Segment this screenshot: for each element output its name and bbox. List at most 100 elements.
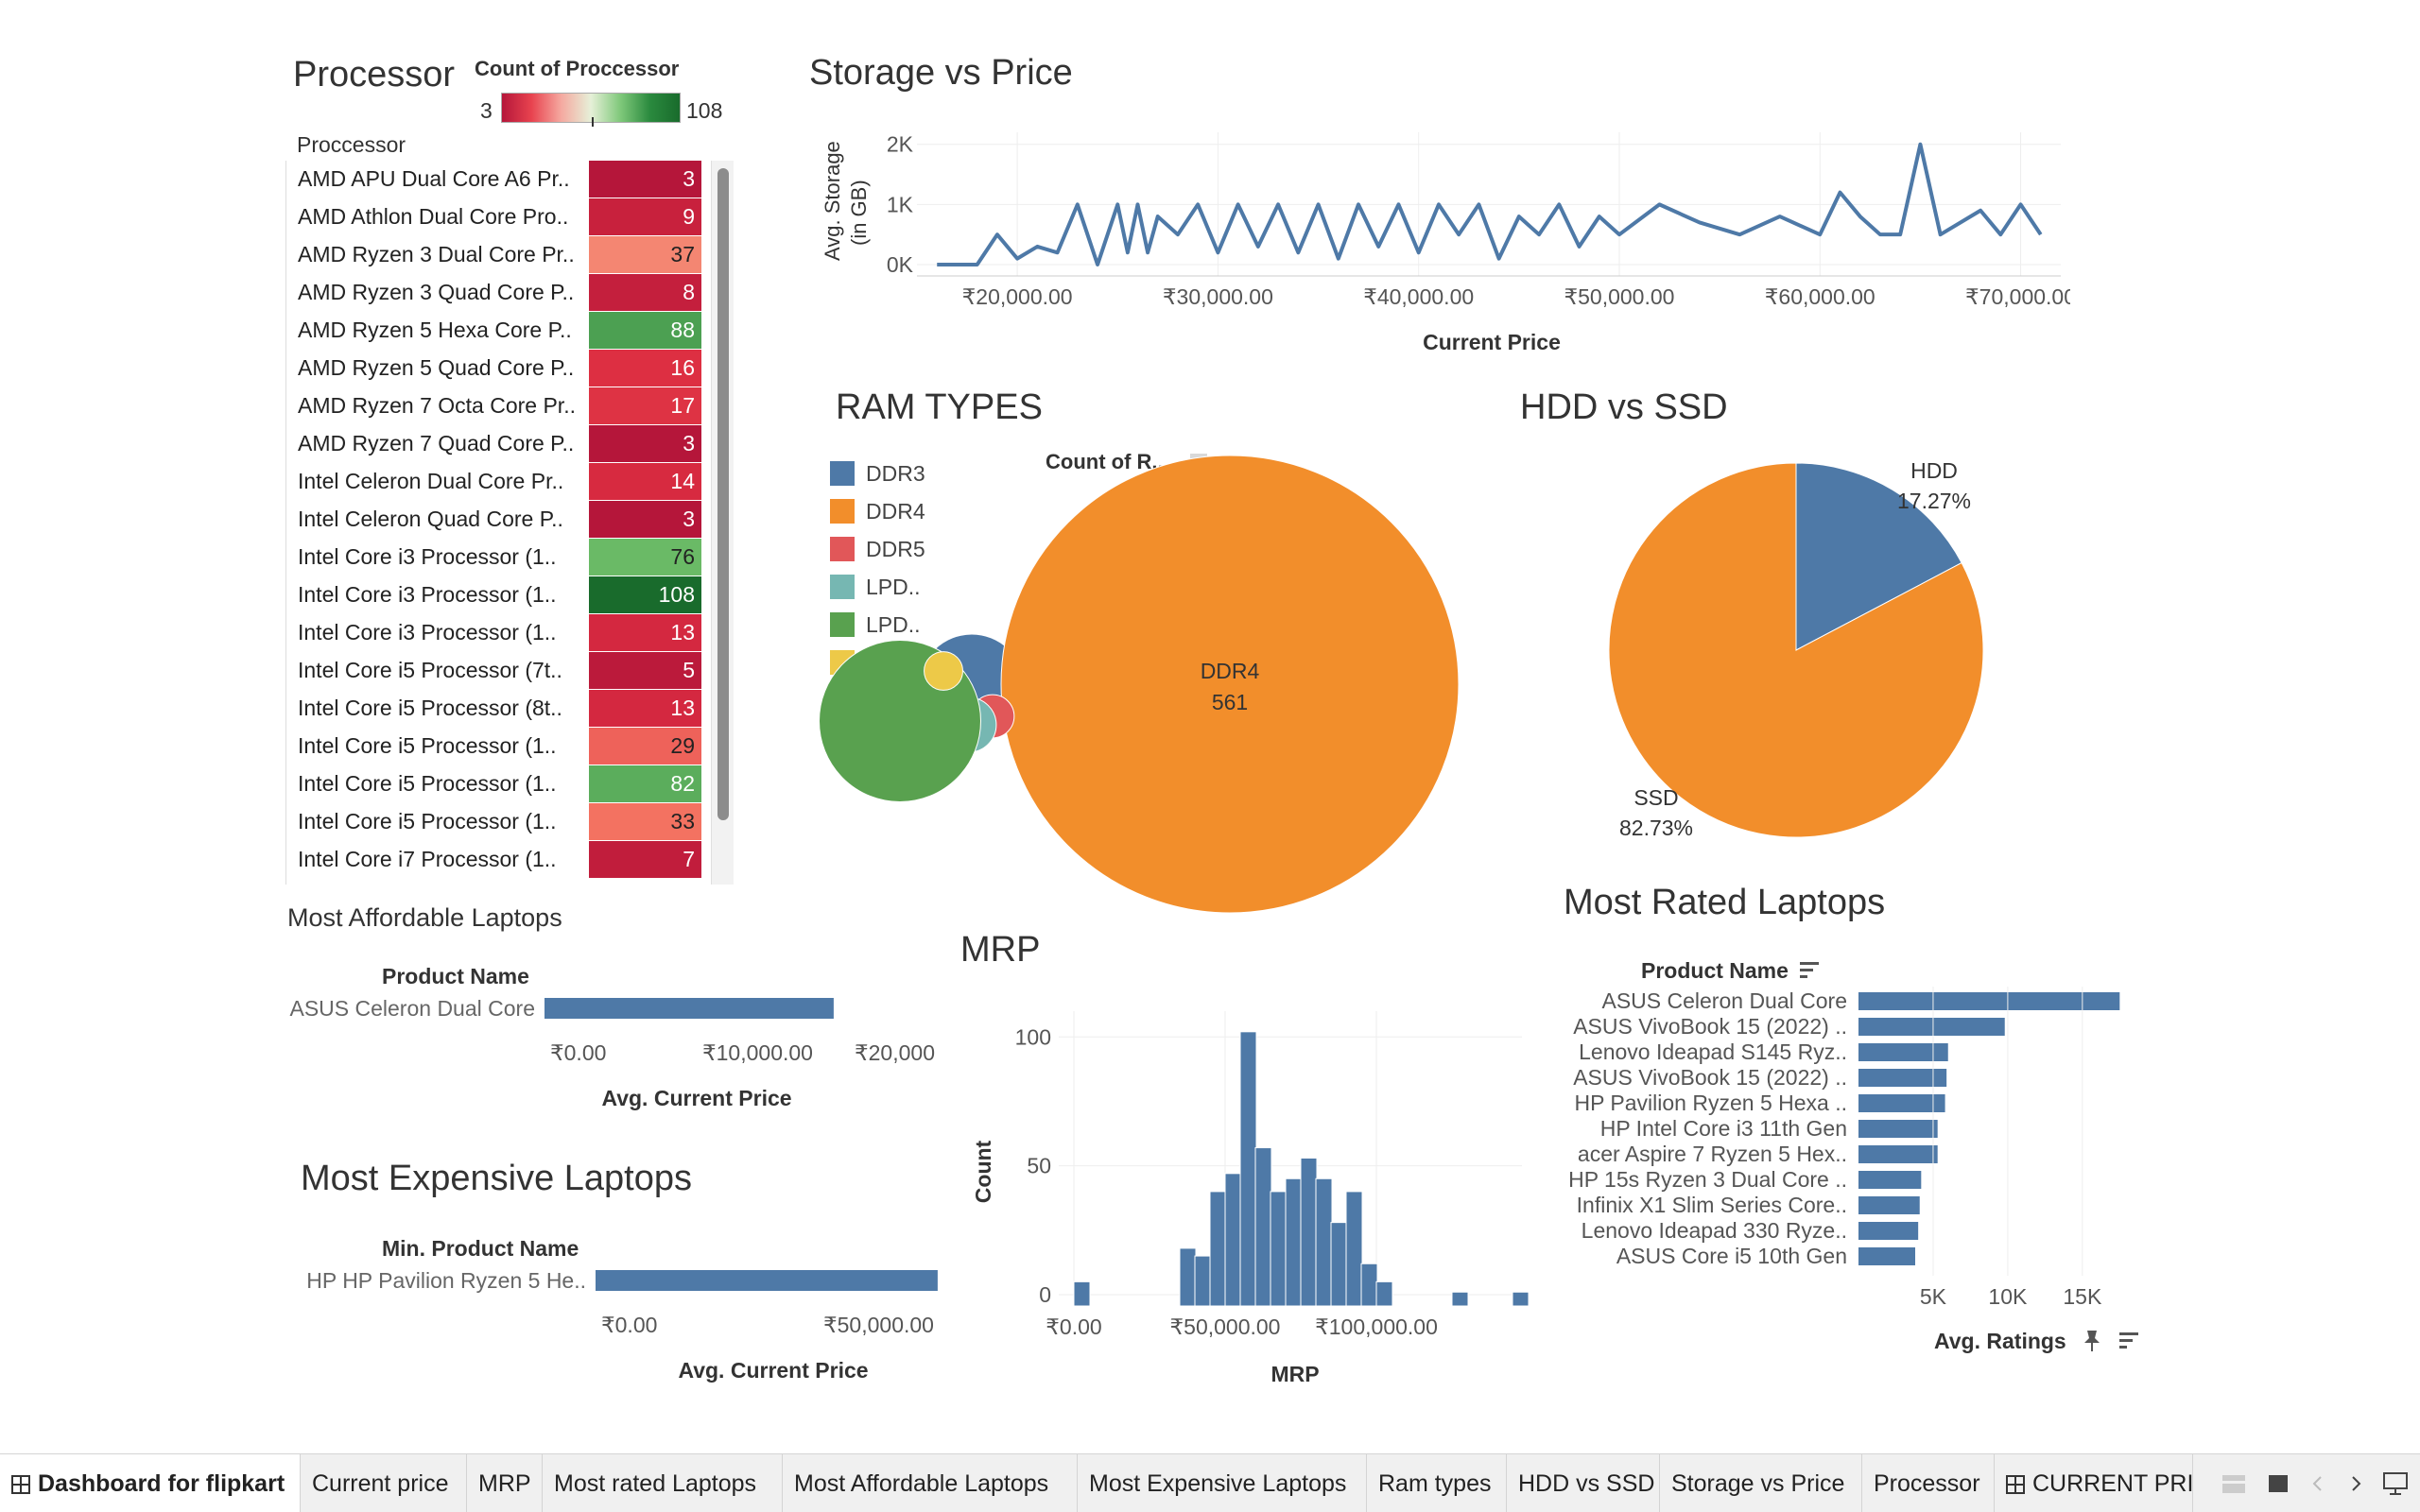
rated-row-label: ASUS VivoBook 15 (2022) ..	[1573, 1065, 1847, 1090]
mrp-bar	[1073, 1280, 1091, 1307]
processor-row[interactable]: Intel Core i5 Processor (8t.. 13	[286, 690, 701, 728]
processor-scrollbar[interactable]	[711, 161, 734, 885]
processor-row[interactable]: Intel Celeron Quad Core P.. 3	[286, 501, 701, 539]
processor-row-cell: 33	[589, 803, 701, 841]
tab-hdd-ssd[interactable]: HDD vs SSD	[1507, 1454, 1660, 1512]
affordable-title: Most Affordable Laptops	[287, 903, 562, 932]
tab-most-rated[interactable]: Most rated Laptops	[543, 1454, 783, 1512]
expensive-bar	[596, 1270, 938, 1291]
rated-axis-sort-icon[interactable]	[2118, 1331, 2140, 1351]
hdd-title: HDD vs SSD	[1520, 387, 1728, 427]
tab-ram-types[interactable]: Ram types	[1367, 1454, 1507, 1512]
filmstrip-icon[interactable]	[2221, 1473, 2246, 1494]
chevron-left-icon[interactable]	[2308, 1473, 2327, 1494]
ram-bubble-lpd	[924, 651, 963, 691]
processor-row[interactable]: AMD APU Dual Core A6 Pr.. 3	[286, 161, 701, 198]
processor-row[interactable]: Intel Core i3 Processor (1.. 108	[286, 576, 701, 614]
mrp-ytick: 100	[1015, 1024, 1051, 1049]
processor-row-cell: 13	[589, 690, 701, 728]
rated-row-label: ASUS Core i5 10th Gen	[1616, 1244, 1847, 1268]
processor-row[interactable]: AMD Ryzen 3 Dual Core Pr.. 37	[286, 236, 701, 274]
mrp-bar	[1360, 1263, 1378, 1307]
processor-row-value: 3	[683, 431, 695, 455]
storage-ytick: 2K	[887, 132, 914, 157]
rated-row-label: HP Intel Core i3 11th Gen	[1600, 1116, 1847, 1141]
storage-ylabel-2: (in GB)	[847, 180, 871, 246]
rated-sort-icon[interactable]	[1798, 960, 1821, 981]
processor-row[interactable]: AMD Ryzen 3 Quad Core P.. 8	[286, 274, 701, 312]
rated-xlabel: Avg. Ratings	[1934, 1329, 2066, 1353]
processor-row-value: 9	[683, 204, 695, 229]
rated-bar	[1858, 1145, 1938, 1163]
processor-row[interactable]: Intel Core i3 Processor (1.. 13	[286, 614, 701, 652]
rated-row-label: HP 15s Ryzen 3 Dual Core ..	[1568, 1167, 1847, 1192]
tab-mrp[interactable]: MRP	[467, 1454, 543, 1512]
processor-row-name: Intel Core i5 Processor (7t..	[298, 658, 562, 682]
processor-row-value: 5	[683, 658, 695, 682]
ram-bubble-value: 561	[1212, 690, 1248, 714]
mrp-bar	[1179, 1247, 1197, 1307]
chevron-right-icon[interactable]	[2346, 1473, 2365, 1494]
processor-row-cell: 13	[589, 614, 701, 652]
tab-most-affordable[interactable]: Most Affordable Laptops	[783, 1454, 1078, 1512]
processor-row[interactable]: AMD Ryzen 7 Octa Core Pr.. 17	[286, 387, 701, 425]
rated-row-label: acer Aspire 7 Ryzen 5 Hex..	[1578, 1142, 1847, 1166]
storage-chart: 2K 1K 0K ₹20,000.00 ₹30,000.00 ₹40,000.00 ₹50,…	[821, 132, 2070, 354]
processor-row[interactable]: Intel Celeron Dual Core Pr.. 14	[286, 463, 701, 501]
rated-row-label: HP Pavilion Ryzen 5 Hexa ..	[1575, 1091, 1848, 1115]
processor-row-cell: 9	[589, 198, 701, 236]
processor-row[interactable]: Intel Core i5 Processor (1.. 29	[286, 728, 701, 765]
processor-row[interactable]: Intel Core i5 Processor (1.. 33	[286, 803, 701, 841]
processor-row-cell: 3	[589, 501, 701, 539]
storage-title: Storage vs Price	[809, 53, 1073, 93]
rated-bar	[1858, 1171, 1922, 1189]
processor-row[interactable]: Intel Core i3 Processor (1.. 76	[286, 539, 701, 576]
mrp-xtick: ₹0.00	[1046, 1314, 1101, 1339]
processor-row-value: 3	[683, 507, 695, 531]
mrp-bar	[1345, 1191, 1363, 1307]
ssd-pct: 82.73%	[1619, 816, 1693, 840]
storage-xtick: ₹50,000.00	[1564, 284, 1674, 309]
processor-column-header: Proccessor	[297, 132, 406, 157]
rated-bar	[1858, 1222, 1919, 1240]
processor-row-name: Intel Core i5 Processor (1..	[298, 733, 557, 758]
affordable-chart: ASUS Celeron Dual Core ₹0.00 ₹10,000.00 ₹20…	[289, 996, 936, 1110]
expensive-row-label: HP HP Pavilion Ryzen 5 He..	[306, 1268, 586, 1293]
processor-row[interactable]: AMD Athlon Dual Core Pro.. 9	[286, 198, 701, 236]
storage-xlabel: Current Price	[1423, 330, 1561, 354]
sheet-view-icon[interactable]	[2267, 1473, 2290, 1494]
mrp-xtick: ₹100,000.00	[1315, 1314, 1438, 1339]
processor-row[interactable]: Intel Core i5 Processor (1.. 82	[286, 765, 701, 803]
presentation-icon[interactable]	[2382, 1471, 2409, 1496]
mrp-bar	[1224, 1173, 1242, 1307]
storage-xtick: ₹20,000.00	[962, 284, 1073, 309]
mrp-bar	[1512, 1291, 1530, 1307]
tab-dashboard[interactable]: Dashboard for flipkart	[0, 1454, 301, 1512]
mrp-bar	[1300, 1157, 1318, 1307]
processor-scrollbar-thumb[interactable]	[717, 168, 729, 820]
tab-current-price[interactable]: Current price	[301, 1454, 467, 1512]
processor-row[interactable]: AMD Ryzen 5 Quad Core P.. 16	[286, 350, 701, 387]
processor-row-cell: 3	[589, 425, 701, 463]
processor-row[interactable]: Intel Core i7 Processor (1.. 7	[286, 841, 701, 879]
processor-row-cell: 76	[589, 539, 701, 576]
processor-color-legend	[501, 93, 681, 123]
processor-row[interactable]: AMD Ryzen 7 Quad Core P.. 3	[286, 425, 701, 463]
mrp-bar	[1239, 1031, 1257, 1307]
processor-row-name: Intel Celeron Dual Core Pr..	[298, 469, 564, 493]
mrp-bar	[1194, 1255, 1212, 1307]
processor-row-name: AMD Ryzen 7 Quad Core P..	[298, 431, 575, 455]
tab-current-pri[interactable]: CURRENT PRI	[1995, 1454, 2193, 1512]
rated-bar	[1858, 1196, 1920, 1214]
mrp-ylabel: Count	[971, 1140, 995, 1203]
processor-row[interactable]: AMD Ryzen 5 Hexa Core P.. 88	[286, 312, 701, 350]
processor-row-value: 3	[683, 166, 695, 191]
processor-row[interactable]: Intel Core i5 Processor (7t.. 5	[286, 652, 701, 690]
expensive-xtick: ₹50,000.00	[823, 1313, 934, 1337]
tab-storage-price[interactable]: Storage vs Price	[1660, 1454, 1862, 1512]
tab-most-expensive[interactable]: Most Expensive Laptops	[1078, 1454, 1367, 1512]
pin-icon[interactable]	[2080, 1329, 2104, 1353]
processor-row-name: AMD Ryzen 5 Hexa Core P..	[298, 318, 572, 342]
tab-processor[interactable]: Processor	[1862, 1454, 1995, 1512]
processor-legend-min: 3	[480, 98, 493, 123]
